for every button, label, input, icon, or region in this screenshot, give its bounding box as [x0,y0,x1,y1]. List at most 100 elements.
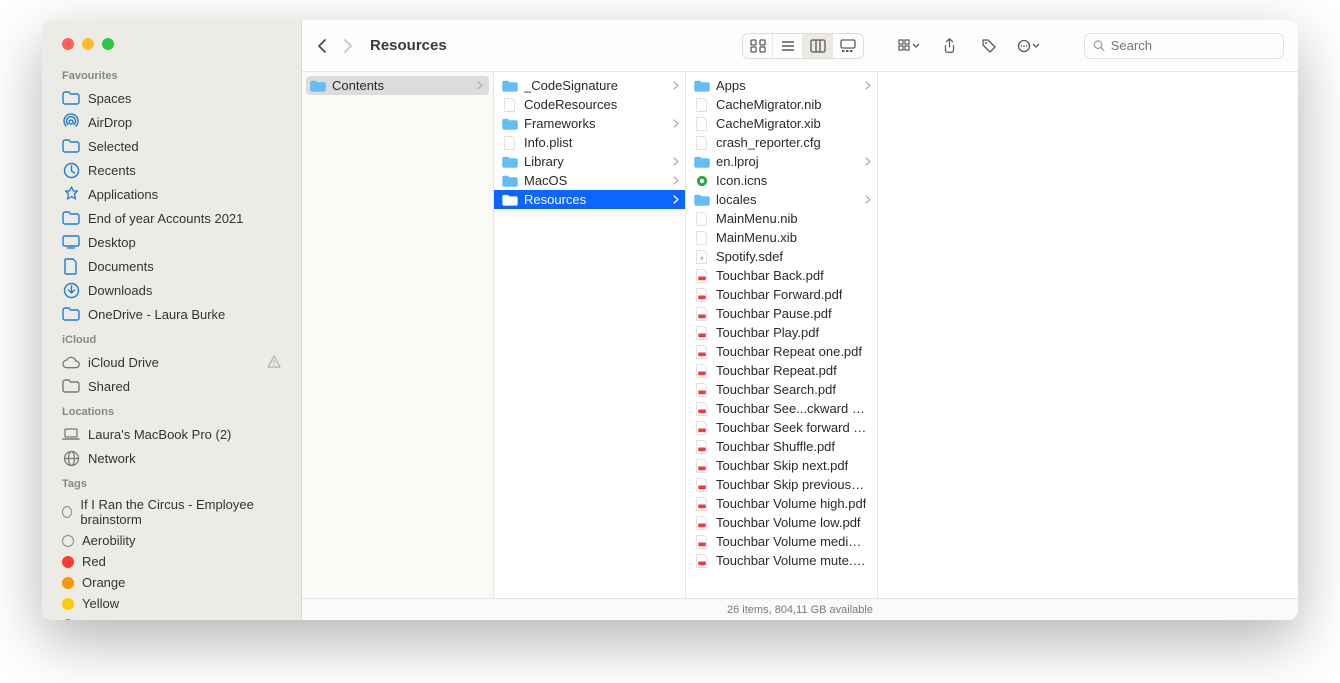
pdf-icon [694,421,710,435]
tags-button[interactable] [974,34,1004,58]
item-label: Library [524,154,564,169]
file-item[interactable]: CodeResources [494,95,685,114]
sidebar-item[interactable]: Aerobility [52,530,291,551]
file-item[interactable]: CacheMigrator.nib [686,95,877,114]
group-by-button[interactable] [894,34,924,58]
item-label: en.lproj [716,154,759,169]
sidebar-item[interactable]: AirDrop [52,110,291,134]
folder-item[interactable]: Frameworks [494,114,685,133]
file-item[interactable]: Touchbar Skip previous.pdf [686,475,877,494]
file-item[interactable]: MainMenu.nib [686,209,877,228]
column: _CodeSignatureCodeResourcesFrameworksInf… [494,72,686,598]
cloud-icon [62,353,80,371]
folder-icon [62,89,80,107]
search-field[interactable] [1084,33,1284,59]
file-item[interactable]: CacheMigrator.xib [686,114,877,133]
folder-item[interactable]: MacOS [494,171,685,190]
file-item[interactable]: Touchbar Repeat.pdf [686,361,877,380]
file-item[interactable]: Touchbar Back.pdf [686,266,877,285]
folder-icon [502,117,518,131]
apps-icon [62,185,80,203]
sidebar-item[interactable]: Red [52,551,291,572]
sidebar-item[interactable]: Green [52,614,291,620]
forward-button[interactable] [342,38,354,54]
folder-item[interactable]: _CodeSignature [494,76,685,95]
file-icon [694,117,710,131]
sidebar-item[interactable]: Downloads [52,278,291,302]
sidebar-item[interactable]: Shared [52,374,291,398]
sidebar-item[interactable]: Laura's MacBook Pro (2) [52,422,291,446]
sidebar-item[interactable]: Orange [52,572,291,593]
sidebar-item[interactable]: End of year Accounts 2021 [52,206,291,230]
file-item[interactable]: Touchbar Repeat one.pdf [686,342,877,361]
folder-icon [62,137,80,155]
folder-item[interactable]: locales [686,190,877,209]
gallery-view-button[interactable] [833,34,863,58]
item-label: Touchbar See...ckward 15.pdf [716,401,867,416]
icon-view-button[interactable] [743,34,773,58]
item-label: Spotify.sdef [716,249,783,264]
file-item[interactable]: Touchbar Shuffle.pdf [686,437,877,456]
file-item[interactable]: Icon.icns [686,171,877,190]
file-item[interactable]: Touchbar Volume low.pdf [686,513,877,532]
maximize-button[interactable] [102,38,114,50]
chevron-right-icon [673,119,679,128]
sidebar-item-label: Applications [88,187,158,202]
file-item[interactable]: ※Spotify.sdef [686,247,877,266]
file-item[interactable]: Touchbar Seek forward 15.pdf [686,418,877,437]
status-text: 26 items, 804,11 GB available [727,604,873,616]
item-label: Touchbar Repeat one.pdf [716,344,862,359]
file-item[interactable]: Touchbar Pause.pdf [686,304,877,323]
sidebar-item[interactable]: Desktop [52,230,291,254]
sidebar-item[interactable]: Recents [52,158,291,182]
close-button[interactable] [62,38,74,50]
file-item[interactable]: Touchbar Search.pdf [686,380,877,399]
sidebar-item-label: Orange [82,575,125,590]
pdf-icon [694,459,710,473]
action-menu-button[interactable] [1014,34,1044,58]
file-item[interactable]: Touchbar Forward.pdf [686,285,877,304]
tag-dot-icon [62,619,74,621]
folder-item[interactable]: Resources [494,190,685,209]
file-item[interactable]: crash_reporter.cfg [686,133,877,152]
sidebar-item[interactable]: Yellow [52,593,291,614]
file-item[interactable]: Touchbar Volume mute.pdf [686,551,877,570]
back-button[interactable] [316,38,328,54]
file-item[interactable]: Touchbar See...ckward 15.pdf [686,399,877,418]
folder-item[interactable]: en.lproj [686,152,877,171]
search-input[interactable] [1111,38,1275,53]
file-item[interactable]: Touchbar Volume high.pdf [686,494,877,513]
folder-icon [502,193,518,207]
sidebar-item[interactable]: Spaces [52,86,291,110]
file-item[interactable]: Info.plist [494,133,685,152]
sidebar-item[interactable]: If I Ran the Circus - Employee brainstor… [52,494,291,530]
sidebar-item[interactable]: iCloud Drive [52,350,291,374]
folder-item[interactable]: Apps [686,76,877,95]
chevron-right-icon [673,176,679,185]
network-icon [62,449,80,467]
item-label: Touchbar Play.pdf [716,325,819,340]
sidebar-item-label: Network [88,451,136,466]
pdf-icon [694,383,710,397]
minimize-button[interactable] [82,38,94,50]
folder-item[interactable]: Library [494,152,685,171]
item-label: CacheMigrator.nib [716,97,822,112]
sidebar-item[interactable]: Selected [52,134,291,158]
sidebar-section-header: iCloud [52,326,291,350]
pdf-icon [694,554,710,568]
column-view-button[interactable] [803,34,833,58]
item-label: CacheMigrator.xib [716,116,821,131]
list-view-button[interactable] [773,34,803,58]
folder-item[interactable]: Contents [306,76,489,95]
sidebar-item[interactable]: OneDrive - Laura Burke [52,302,291,326]
sidebar-item[interactable]: Network [52,446,291,470]
file-item[interactable]: Touchbar Skip next.pdf [686,456,877,475]
file-item[interactable]: Touchbar Volume medium.pdf [686,532,877,551]
chevron-right-icon [477,81,483,90]
file-item[interactable]: MainMenu.xib [686,228,877,247]
share-button[interactable] [934,34,964,58]
file-item[interactable]: Touchbar Play.pdf [686,323,877,342]
sidebar-item[interactable]: Documents [52,254,291,278]
sidebar-item[interactable]: Applications [52,182,291,206]
pdf-icon [694,497,710,511]
